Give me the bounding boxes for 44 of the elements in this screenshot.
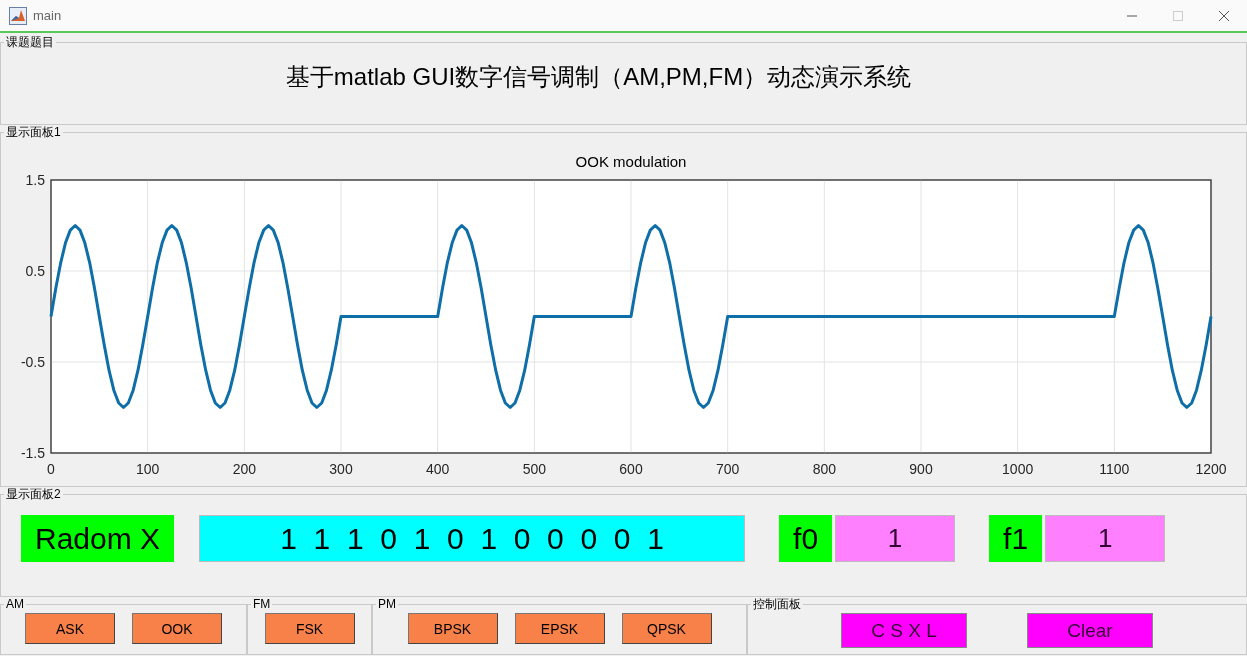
close-icon[interactable] bbox=[1218, 9, 1230, 22]
panel-label: 显示面板2 bbox=[5, 487, 62, 501]
x-tick-label: 0 bbox=[47, 461, 55, 477]
x-tick-label: 700 bbox=[716, 461, 740, 477]
maximize-icon[interactable] bbox=[1172, 9, 1184, 22]
chart-title: OOK modulation bbox=[575, 153, 687, 170]
frequency-input[interactable]: 1 bbox=[1045, 515, 1166, 562]
x-tick-label: 600 bbox=[619, 461, 643, 477]
window-title: main bbox=[33, 8, 63, 23]
modulation-button[interactable]: FSK bbox=[264, 613, 355, 644]
field-label: f1 bbox=[989, 515, 1043, 562]
x-tick-label: 300 bbox=[329, 461, 353, 477]
modulation-button[interactable]: QPSK bbox=[621, 613, 712, 644]
control-button[interactable]: C S X L bbox=[841, 613, 967, 648]
app-icon bbox=[9, 6, 27, 25]
x-tick-label: 1200 bbox=[1195, 461, 1227, 477]
panel-label: AM bbox=[5, 597, 25, 611]
field-label: Radom X bbox=[21, 515, 175, 562]
panel-label: FM bbox=[252, 597, 272, 611]
panel-label: 显示面板1 bbox=[5, 125, 62, 139]
x-tick-label: 900 bbox=[909, 461, 933, 477]
y-tick-label: -0.5 bbox=[20, 354, 45, 370]
control-button[interactable]: Clear bbox=[1027, 613, 1153, 648]
panel-label: PM bbox=[377, 597, 397, 611]
y-tick-label: -1.5 bbox=[20, 445, 45, 461]
x-tick-label: 200 bbox=[232, 461, 256, 477]
bit-sequence-display: 1 1 1 0 1 0 1 0 0 0 0 1 bbox=[199, 515, 746, 562]
panel-label: 控制面板 bbox=[752, 597, 802, 611]
modulation-button[interactable]: EPSK bbox=[514, 613, 605, 644]
panel-label: 课题题目 bbox=[5, 35, 55, 49]
x-tick-label: 800 bbox=[812, 461, 836, 477]
modulation-button[interactable]: BPSK bbox=[407, 613, 498, 644]
modulation-button[interactable]: OOK bbox=[132, 613, 222, 644]
y-tick-label: 0.5 bbox=[25, 263, 45, 279]
app-heading: 基于matlab GUI数字信号调制（AM,PM,FM）动态演示系统 bbox=[284, 62, 913, 92]
x-tick-label: 100 bbox=[136, 461, 160, 477]
x-tick-label: 400 bbox=[426, 461, 450, 477]
y-tick-label: 1.5 bbox=[25, 172, 45, 188]
x-tick-label: 1000 bbox=[1002, 461, 1034, 477]
modulation-button[interactable]: ASK bbox=[25, 613, 115, 644]
x-tick-label: 500 bbox=[522, 461, 546, 477]
frequency-input[interactable]: 1 bbox=[835, 515, 956, 562]
field-label: f0 bbox=[779, 515, 833, 562]
x-tick-label: 1100 bbox=[1099, 461, 1130, 477]
